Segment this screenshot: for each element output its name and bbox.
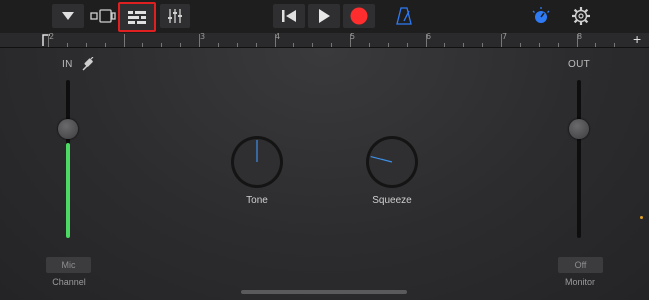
ruler-number: 8 bbox=[577, 32, 583, 41]
play-icon bbox=[319, 9, 330, 23]
ruler-number: 5 bbox=[350, 32, 356, 41]
ruler-tick bbox=[444, 43, 446, 47]
ruler-tick bbox=[406, 43, 408, 47]
ruler-tick bbox=[123, 34, 125, 47]
input-level-knob[interactable] bbox=[58, 119, 78, 139]
control-bar bbox=[0, 0, 649, 33]
gear-icon bbox=[572, 7, 590, 25]
ruler-number: 7 bbox=[502, 32, 508, 41]
output-level-knob[interactable] bbox=[569, 119, 589, 139]
ruler-tick bbox=[368, 43, 370, 47]
timeline-ruler[interactable]: 2 3 4 5 6 7 8 + bbox=[0, 31, 649, 48]
menu-dropdown-button[interactable] bbox=[52, 4, 84, 28]
monitor-caption: Monitor bbox=[564, 277, 595, 287]
metronome-icon bbox=[396, 7, 412, 25]
ruler-tick bbox=[312, 43, 314, 47]
ruler-tick bbox=[142, 43, 144, 47]
input-level-meter bbox=[66, 143, 70, 238]
mic-button[interactable]: Mic bbox=[46, 257, 91, 273]
metronome-button[interactable] bbox=[390, 4, 418, 28]
squeeze-label: Squeeze bbox=[372, 195, 412, 206]
tracks-view-icon bbox=[90, 9, 116, 23]
ruler-tick bbox=[104, 43, 106, 47]
ruler-number: 4 bbox=[275, 32, 281, 41]
ruler-tick bbox=[293, 43, 295, 47]
ruler-tick bbox=[482, 43, 484, 47]
ruler-tick bbox=[255, 43, 257, 47]
ruler-tick bbox=[161, 43, 163, 47]
smart-controls-panel: IN Mic Channel OUT Off Monitor Tone Sque… bbox=[0, 48, 649, 300]
input-label: IN bbox=[62, 59, 73, 70]
settings-button[interactable] bbox=[568, 4, 594, 28]
record-icon bbox=[350, 7, 368, 25]
ruler-tick bbox=[557, 43, 559, 47]
monitor-button[interactable]: Off bbox=[558, 257, 603, 273]
smart-controls-icon bbox=[128, 10, 146, 24]
smart-controls-button[interactable] bbox=[118, 2, 156, 32]
ruler-tick bbox=[217, 43, 219, 47]
skip-back-icon bbox=[282, 10, 296, 22]
ruler-tick bbox=[180, 43, 182, 47]
mixer-button[interactable] bbox=[160, 4, 190, 28]
play-button[interactable] bbox=[308, 4, 340, 28]
output-level-track[interactable] bbox=[577, 80, 581, 238]
ruler-tick bbox=[614, 43, 616, 47]
ruler-tick bbox=[236, 43, 238, 47]
master-volume-icon bbox=[532, 7, 550, 23]
sliders-icon bbox=[168, 9, 182, 23]
ruler-tick bbox=[519, 43, 521, 47]
record-button[interactable] bbox=[343, 4, 375, 28]
ruler-tick bbox=[331, 43, 333, 47]
triangle-down-icon bbox=[62, 12, 74, 20]
ruler-tick bbox=[463, 43, 465, 47]
output-label: OUT bbox=[568, 59, 591, 70]
ruler-number: 2 bbox=[49, 32, 55, 41]
ruler-number: 3 bbox=[200, 32, 206, 41]
go-to-start-button[interactable] bbox=[273, 4, 305, 28]
ruler-tick bbox=[595, 43, 597, 47]
scroll-indicator-dot bbox=[640, 216, 643, 219]
add-section-button[interactable]: + bbox=[633, 31, 641, 47]
channel-caption: Channel bbox=[52, 277, 86, 287]
master-volume-button[interactable] bbox=[528, 4, 554, 28]
ruler-tick bbox=[387, 43, 389, 47]
ruler-tick bbox=[538, 43, 540, 47]
ruler-number: 6 bbox=[426, 32, 432, 41]
tone-knob[interactable] bbox=[229, 134, 285, 190]
squeeze-knob[interactable] bbox=[364, 134, 420, 190]
home-indicator[interactable] bbox=[241, 290, 407, 294]
ruler-tick bbox=[85, 43, 87, 47]
input-cable-icon[interactable] bbox=[81, 57, 95, 72]
tone-label: Tone bbox=[246, 195, 268, 206]
tracks-view-button[interactable] bbox=[88, 4, 118, 28]
ruler-tick bbox=[66, 43, 68, 47]
